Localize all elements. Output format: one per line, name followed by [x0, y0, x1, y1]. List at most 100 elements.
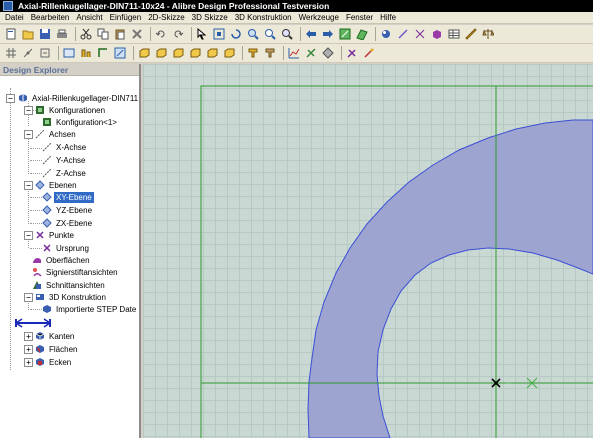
help-icon[interactable] [362, 46, 376, 60]
zoom-in-icon[interactable] [246, 27, 260, 41]
table-icon[interactable] [447, 27, 461, 41]
point-icon[interactable] [413, 27, 427, 41]
tree-item-konfiguration1[interactable]: Konfiguration<1> [42, 116, 119, 128]
plane-icon [42, 218, 52, 228]
tree-item-punkte[interactable]: − Punkte [24, 229, 76, 241]
tree-item-yz-ebene[interactable]: YZ-Ebene [42, 204, 94, 216]
plane-icon [42, 205, 52, 215]
menu-fenster[interactable]: Fenster [343, 12, 377, 24]
collapse-toggle[interactable]: − [24, 230, 33, 240]
expand-toggle[interactable]: + [24, 331, 33, 341]
collapse-toggle[interactable]: − [6, 93, 15, 103]
tree-item-ursprung[interactable]: Ursprung [42, 242, 91, 254]
plane-icon[interactable] [355, 27, 369, 41]
collapse-toggle[interactable]: − [24, 292, 33, 302]
plane-icon [42, 192, 52, 202]
model-canvas[interactable] [143, 64, 593, 438]
select-icon[interactable] [195, 27, 209, 41]
tree-item-oberflaechen[interactable]: Oberflächen [32, 254, 92, 266]
snap-icon[interactable] [21, 46, 35, 60]
delete-icon[interactable] [130, 27, 144, 41]
bearing-ring-face[interactable] [307, 119, 593, 438]
model-viewport[interactable] [143, 64, 593, 438]
menu-ansicht[interactable]: Ansicht [73, 12, 106, 24]
sheet-icon[interactable] [321, 46, 335, 60]
layer-icon[interactable] [79, 46, 93, 60]
tree-item-ebenen[interactable]: − Ebenen [24, 179, 79, 191]
view-top-icon[interactable] [205, 46, 219, 60]
tree-item-x-achse[interactable]: X-Achse [42, 141, 88, 153]
dimension-icon[interactable] [62, 46, 76, 60]
tree-item-achsen[interactable]: − Achsen [24, 128, 78, 140]
measure-icon[interactable] [464, 27, 478, 41]
balance-icon[interactable] [481, 27, 495, 41]
tree-connector [30, 173, 42, 174]
tree-label-y-achse: Y-Achse [56, 155, 86, 165]
collapse-toggle[interactable]: − [24, 180, 33, 190]
part-icon[interactable] [430, 27, 444, 41]
undo-icon[interactable] [154, 27, 168, 41]
ortho-icon[interactable] [96, 46, 110, 60]
line-icon[interactable] [396, 27, 410, 41]
tree-label-step-import: Importierte STEP Date [56, 304, 137, 314]
save-icon[interactable] [38, 27, 52, 41]
print-icon[interactable] [55, 27, 69, 41]
app-icon [3, 1, 13, 11]
menu-einfuegen[interactable]: Einfügen [107, 12, 146, 24]
expand-toggle[interactable]: + [24, 344, 33, 354]
back-icon[interactable] [304, 27, 318, 41]
menu-2d-skizze[interactable]: 2D-Skizze [145, 12, 188, 24]
cut-icon[interactable] [79, 27, 93, 41]
tree-item-root[interactable]: − Axial-Rillenkugellager-DIN711 [6, 92, 139, 104]
forward-icon[interactable] [321, 27, 335, 41]
tree-item-konfigurationen[interactable]: − Konfigurationen [24, 104, 107, 116]
constraint-icon[interactable] [38, 46, 52, 60]
menu-bearbeiten[interactable]: Bearbeiten [28, 12, 74, 24]
sketch-icon[interactable] [338, 27, 352, 41]
paste-icon[interactable] [113, 27, 127, 41]
collapse-toggle[interactable]: − [24, 105, 33, 115]
menu-werkzeuge[interactable]: Werkzeuge [296, 12, 343, 24]
new-icon[interactable] [4, 27, 18, 41]
tree-item-z-achse[interactable]: Z-Achse [42, 167, 88, 179]
tree-item-xy-ebene[interactable]: XY-Ebene [42, 191, 94, 203]
tree-item-3d-konstruktion[interactable]: − 3D Konstruktion [24, 291, 108, 303]
tree-item-schnitt[interactable]: Schnittansichten [32, 279, 107, 291]
collapse-toggle[interactable]: − [24, 129, 33, 139]
rollback-marker-icon[interactable] [14, 318, 52, 328]
tree-item-flaechen[interactable]: + Flächen [24, 343, 79, 355]
tree-item-zx-ebene[interactable]: ZX-Ebene [42, 217, 94, 229]
expand-toggle[interactable]: + [24, 357, 33, 367]
zoom-area-icon[interactable] [263, 27, 277, 41]
tools-icon[interactable] [345, 46, 359, 60]
tree-item-y-achse[interactable]: Y-Achse [42, 154, 88, 166]
view-section-icon[interactable] [263, 46, 277, 60]
view-back-icon[interactable] [154, 46, 168, 60]
view-iso-icon[interactable] [113, 46, 127, 60]
view-normal-icon[interactable] [246, 46, 260, 60]
material-icon[interactable] [304, 46, 318, 60]
redo-icon[interactable] [171, 27, 185, 41]
grid-icon[interactable] [4, 46, 18, 60]
view-left-icon[interactable] [171, 46, 185, 60]
view-front-icon[interactable] [137, 46, 151, 60]
menu-3d-konstruktion[interactable]: 3D Konstruktion [232, 12, 296, 24]
fit-icon[interactable] [212, 27, 226, 41]
tree-item-signierstift[interactable]: Signierstiftansichten [32, 266, 120, 278]
tree-item-step-import[interactable]: Importierte STEP Date [42, 303, 138, 315]
view-bottom-icon[interactable] [222, 46, 236, 60]
view-right-icon[interactable] [188, 46, 202, 60]
tree-item-kanten[interactable]: + Kanten [24, 330, 76, 342]
menu-3d-skizze[interactable]: 3D Skizze [189, 12, 232, 24]
rotate-icon[interactable] [229, 27, 243, 41]
tree-item-ecken[interactable]: + Ecken [24, 356, 73, 368]
zoom-icon[interactable] [280, 27, 294, 41]
open-icon[interactable] [21, 27, 35, 41]
analysis-icon[interactable] [287, 46, 301, 60]
render-icon[interactable] [379, 27, 393, 41]
toolbar-separator [375, 27, 376, 41]
menu-hilfe[interactable]: Hilfe [377, 12, 400, 24]
menu-datei[interactable]: Datei [2, 12, 28, 24]
tree-label-3d-konstruktion: 3D Konstruktion [49, 292, 106, 302]
copy-icon[interactable] [96, 27, 110, 41]
